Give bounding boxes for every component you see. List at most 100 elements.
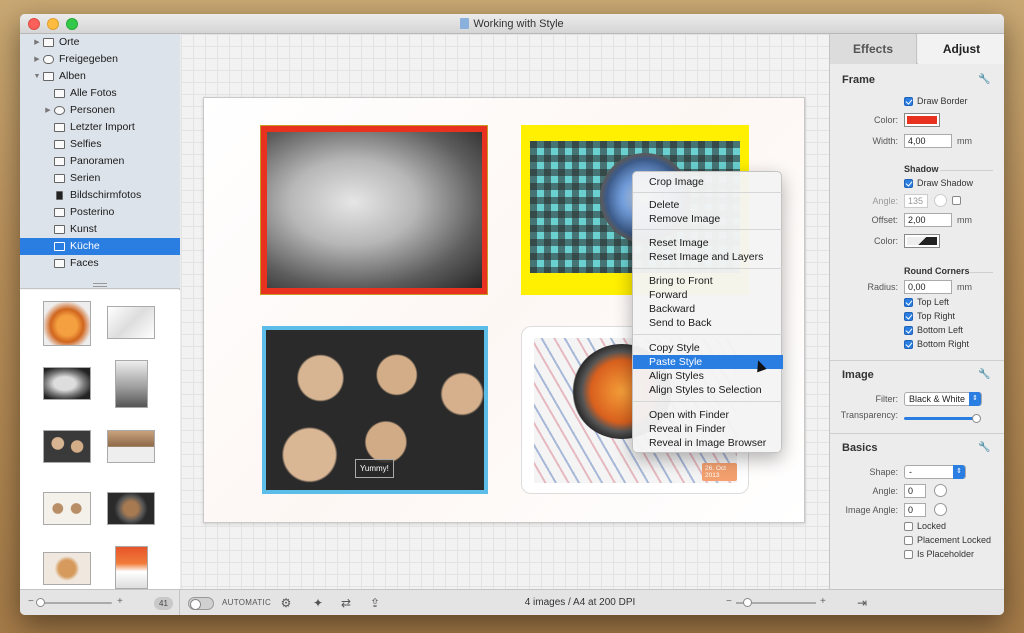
basics-wrench-icon[interactable]: 🔧 — [978, 442, 990, 453]
sidebar-item-faces[interactable]: Faces — [20, 255, 180, 272]
menu-item-reset-image[interactable]: Reset Image — [633, 236, 783, 250]
shuffle-icon[interactable]: ⇄ — [338, 595, 354, 611]
sidebar-bottom-bar: − + 41 — [20, 589, 180, 615]
shadow-offset-field[interactable]: 2,00 — [904, 213, 952, 227]
menu-item-forward[interactable]: Forward — [633, 288, 783, 302]
menu-item-send-to-back[interactable]: Send to Back — [633, 316, 783, 330]
sidebar-item-panoramen[interactable]: Panoramen — [20, 153, 180, 170]
menu-item-remove-image[interactable]: Remove Image — [633, 212, 783, 226]
sidebar-item-kunst[interactable]: Kunst — [20, 221, 180, 238]
sidebar-item-kueche[interactable]: Küche — [20, 238, 180, 255]
split-view-handle[interactable] — [20, 279, 180, 289]
minimize-window-button[interactable] — [47, 18, 59, 30]
photo-frame-bread[interactable] — [260, 125, 488, 295]
thumbnail-size-slider[interactable] — [36, 598, 112, 607]
disclosure-down-icon[interactable]: ▼ — [32, 68, 42, 85]
border-width-field[interactable]: 4,00 — [904, 134, 952, 148]
is-placeholder-checkbox[interactable] — [904, 550, 913, 559]
sidebar-item-alle-fotos[interactable]: Alle Fotos — [20, 85, 180, 102]
menu-item-bring-to-front[interactable]: Bring to Front — [633, 274, 783, 288]
transparency-slider[interactable] — [904, 417, 976, 420]
bottom-right-checkbox[interactable] — [904, 340, 913, 349]
sidebar-item-alben[interactable]: ▼ Alben — [20, 68, 180, 85]
app-window: Working with Style ▶ Orte ▶ Freigegeben … — [20, 14, 1004, 615]
sidebar-item-serien[interactable]: Serien — [20, 170, 180, 187]
thumbnail[interactable] — [107, 492, 155, 525]
menu-item-reset-image-and-layers[interactable]: Reset Image and Layers — [633, 250, 783, 264]
thumbnail[interactable] — [43, 367, 91, 400]
shadow-angle-checkbox[interactable] — [952, 196, 961, 205]
sidebar-item-label: Personen — [70, 104, 115, 116]
shadow-color-well[interactable] — [904, 234, 940, 248]
zoom-slider-knob[interactable] — [743, 598, 753, 607]
folder-icon — [43, 72, 54, 81]
zoom-in-icon[interactable]: + — [820, 596, 826, 607]
sidebar-item-personen[interactable]: ▶ Personen — [20, 102, 180, 119]
close-window-button[interactable] — [28, 18, 40, 30]
thumbnail[interactable] — [43, 552, 91, 585]
menu-item-crop-image[interactable]: Crop Image — [633, 175, 783, 189]
sidebar-item-selfies[interactable]: Selfies — [20, 136, 180, 153]
thumbnail-size-slider-knob[interactable] — [36, 598, 45, 607]
thumbnail-smaller-icon[interactable]: − — [28, 596, 34, 607]
magic-wand-icon[interactable]: ✦ — [310, 595, 326, 611]
sidebar-item-posterino[interactable]: Posterino — [20, 204, 180, 221]
tab-effects[interactable]: Effects — [830, 34, 917, 64]
filter-popup[interactable]: Black & White ⇕ — [904, 392, 982, 406]
sidebar-item-freigegeben[interactable]: ▶ Freigegeben — [20, 51, 180, 68]
menu-item-backward[interactable]: Backward — [633, 302, 783, 316]
photo-frame-rolls[interactable]: Yummy! — [262, 326, 488, 494]
angle-knob[interactable] — [934, 484, 947, 497]
placement-locked-checkbox[interactable] — [904, 536, 913, 545]
menu-item-delete[interactable]: Delete — [633, 198, 783, 212]
angle-field[interactable]: 0 — [904, 484, 926, 498]
image-angle-knob[interactable] — [934, 503, 947, 516]
sidebar-item-bildschirmfotos[interactable]: Bildschirmfotos — [20, 187, 180, 204]
shape-popup[interactable]: - ⇕ — [904, 465, 966, 479]
locked-checkbox[interactable] — [904, 522, 913, 531]
draw-border-checkbox[interactable] — [904, 97, 913, 106]
draw-shadow-checkbox[interactable] — [904, 179, 913, 188]
menu-item-align-styles-to-selection[interactable]: Align Styles to Selection — [633, 383, 783, 397]
zoom-out-icon[interactable]: − — [726, 596, 732, 607]
top-right-checkbox[interactable] — [904, 312, 913, 321]
thumbnail[interactable] — [43, 492, 91, 525]
shadow-angle-field[interactable]: 135 — [904, 194, 928, 208]
menu-item-open-with-finder[interactable]: Open with Finder — [633, 408, 783, 422]
thumbnail[interactable] — [115, 360, 148, 408]
transparency-slider-knob[interactable] — [972, 414, 981, 423]
menu-item-reveal-in-image-browser[interactable]: Reveal in Image Browser — [633, 436, 783, 450]
thumbnail[interactable] — [107, 430, 155, 463]
bottom-left-checkbox[interactable] — [904, 326, 913, 335]
zoom-window-button[interactable] — [66, 18, 78, 30]
sidebar-item-letzter-import[interactable]: Letzter Import — [20, 119, 180, 136]
sidebar-item-label: Faces — [70, 257, 99, 269]
frame-wrench-icon[interactable]: 🔧 — [978, 74, 990, 85]
thumbnail[interactable] — [115, 546, 148, 589]
disclosure-right-icon[interactable]: ▶ — [32, 51, 42, 68]
top-left-checkbox[interactable] — [904, 298, 913, 307]
thumbnail[interactable] — [43, 301, 91, 346]
thumbnail[interactable] — [107, 306, 155, 339]
disclosure-right-icon[interactable]: ▶ — [32, 34, 42, 51]
toggle-inspector-icon[interactable]: ⇥ — [854, 595, 870, 611]
shape-label: Shape: — [869, 467, 898, 477]
layout-canvas[interactable]: Yummy! 26. Oct 2013 Crop Image Delete Re… — [181, 34, 829, 589]
radius-field[interactable]: 0,00 — [904, 280, 952, 294]
menu-item-copy-style[interactable]: Copy Style — [633, 341, 783, 355]
share-icon[interactable]: ⇪ — [367, 595, 383, 611]
sidebar-item-orte[interactable]: ▶ Orte — [20, 34, 180, 51]
menu-separator — [633, 268, 783, 269]
image-angle-field[interactable]: 0 — [904, 503, 926, 517]
shadow-angle-knob[interactable] — [934, 194, 947, 207]
image-wrench-icon[interactable]: 🔧 — [978, 369, 990, 380]
menu-item-reveal-in-finder[interactable]: Reveal in Finder — [633, 422, 783, 436]
tab-adjust[interactable]: Adjust — [918, 34, 1004, 64]
thumbnail[interactable] — [43, 430, 91, 463]
border-color-well[interactable] — [904, 113, 940, 127]
thumbnail-larger-icon[interactable]: + — [117, 596, 123, 607]
disclosure-right-icon[interactable]: ▶ — [43, 102, 53, 119]
zoom-slider[interactable] — [736, 598, 816, 607]
automatic-toggle[interactable] — [188, 597, 214, 610]
gear-menu-icon[interactable]: ⚙ — [278, 595, 294, 611]
